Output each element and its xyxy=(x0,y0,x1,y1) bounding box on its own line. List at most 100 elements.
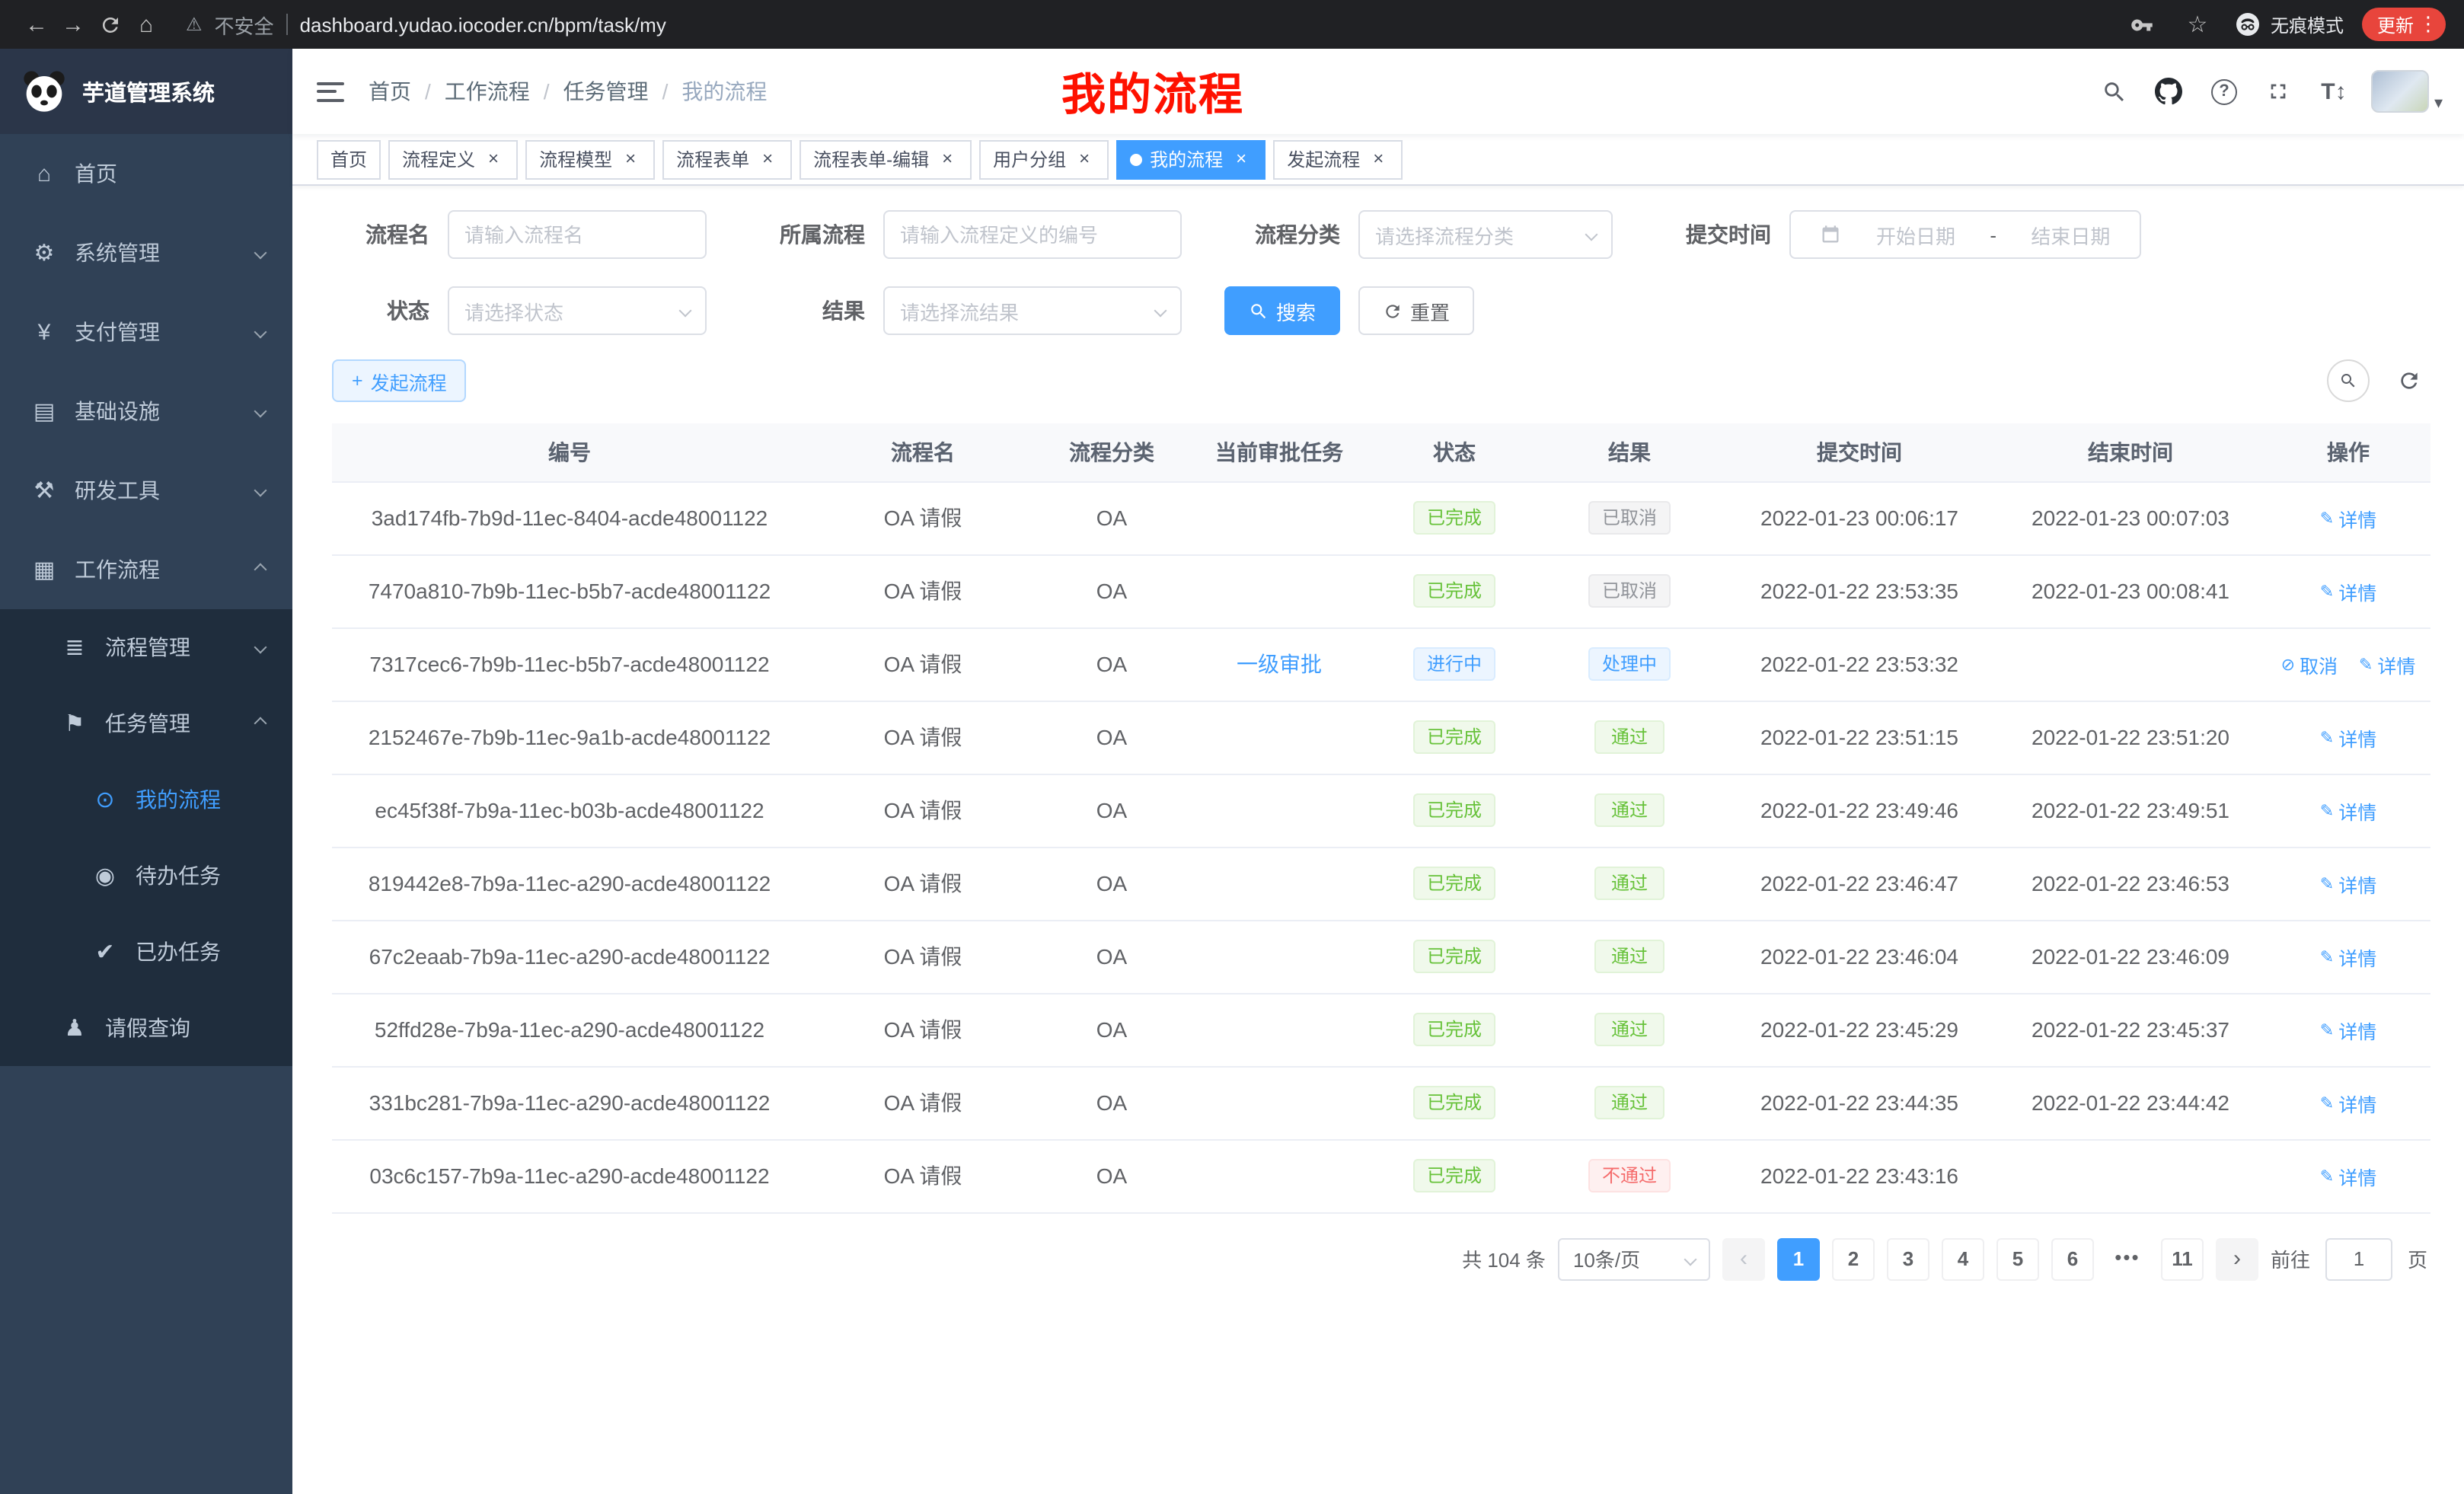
browser-home-icon[interactable]: ⌂ xyxy=(128,6,164,43)
user-menu[interactable]: ▾ xyxy=(2372,70,2443,113)
logo-row[interactable]: 芋道管理系统 xyxy=(0,49,292,134)
view-tab[interactable]: 首页 × xyxy=(317,139,381,179)
reset-button[interactable]: 重置 xyxy=(1358,286,1474,335)
detail-action[interactable]: ✎ 详情 xyxy=(2320,1015,2376,1044)
bookmark-star-icon[interactable]: ☆ xyxy=(2179,6,2216,43)
address-bar[interactable]: ⚠ 不安全 dashboard.yudao.iocoder.cn/bpm/tas… xyxy=(186,10,666,39)
update-button[interactable]: 更新 ⋮ xyxy=(2362,8,2446,41)
view-tab[interactable]: 流程表单-编辑 × xyxy=(800,139,972,179)
status-select[interactable]: 请选择状态 xyxy=(448,286,707,335)
task-link[interactable]: 一级审批 xyxy=(1237,652,1322,676)
prev-page-button[interactable]: ‹ xyxy=(1722,1237,1765,1280)
detail-action[interactable]: ✎ 详情 xyxy=(2320,576,2376,605)
font-size-icon[interactable]: T↕ xyxy=(2317,75,2351,108)
sidebar-item[interactable]: ◉ 待办任务 xyxy=(0,838,292,914)
view-tab[interactable]: 我的流程 × xyxy=(1116,139,1266,179)
breadcrumb-label[interactable]: 任务管理 xyxy=(563,76,649,107)
detail-action[interactable]: ✎ 详情 xyxy=(2320,942,2376,971)
page-number-button[interactable]: 2 xyxy=(1832,1237,1875,1280)
sidebar-item[interactable]: ♟ 请假查询 xyxy=(0,990,292,1066)
result-select[interactable]: 请选择流结果 xyxy=(883,286,1182,335)
page-number-button[interactable]: ••• xyxy=(2106,1237,2149,1280)
sidebar-item[interactable]: ¥ 支付管理 xyxy=(0,292,292,372)
detail-action[interactable]: ✎ 详情 xyxy=(2320,723,2376,752)
view-tab[interactable]: 用户分组 × xyxy=(979,139,1109,179)
page-number-button[interactable]: 6 xyxy=(2051,1237,2094,1280)
breadcrumb-label[interactable]: 首页 xyxy=(369,76,411,107)
cell-category: OA xyxy=(1039,554,1185,627)
select-caret-icon xyxy=(1585,228,1598,241)
sidebar-item-label: 任务管理 xyxy=(105,708,190,739)
breadcrumb-item[interactable]: / 工作流程 xyxy=(411,76,530,107)
category-select[interactable]: 请选择流程分类 xyxy=(1358,210,1613,259)
view-tab[interactable]: 发起流程 × xyxy=(1273,139,1403,179)
detail-action[interactable]: ✎ 详情 xyxy=(2359,650,2415,678)
view-tab[interactable]: 流程表单 × xyxy=(662,139,792,179)
breadcrumb-item[interactable]: / 首页 xyxy=(369,76,411,107)
end-date-placeholder[interactable]: 结束日期 xyxy=(2031,220,2110,249)
check-icon: ✔ xyxy=(91,938,119,966)
avatar[interactable] xyxy=(2372,70,2430,113)
refresh-table-button[interactable] xyxy=(2391,362,2427,399)
sidebar-item[interactable]: ⚒ 研发工具 xyxy=(0,451,292,530)
close-tab-icon[interactable]: × xyxy=(757,148,778,170)
next-page-button[interactable]: › xyxy=(2216,1237,2258,1280)
close-tab-icon[interactable]: × xyxy=(1074,148,1095,170)
toggle-search-button[interactable] xyxy=(2327,359,2370,402)
key-icon[interactable] xyxy=(2124,6,2161,43)
sidebar-item[interactable]: ⚑ 任务管理 xyxy=(0,685,292,761)
sidebar-item[interactable]: ⊙ 我的流程 xyxy=(0,761,292,838)
goto-page-input[interactable] xyxy=(2325,1237,2392,1280)
detail-action[interactable]: ✎ 详情 xyxy=(2320,869,2376,898)
sidebar-item[interactable]: ≣ 流程管理 xyxy=(0,609,292,685)
breadcrumb-item[interactable]: / 我的流程 xyxy=(649,76,768,107)
status-badge: 进行中 xyxy=(1413,647,1495,681)
breadcrumb-separator: / xyxy=(425,79,431,104)
reload-icon[interactable] xyxy=(91,6,128,43)
start-date-placeholder[interactable]: 开始日期 xyxy=(1876,220,1955,249)
close-tab-icon[interactable]: × xyxy=(1230,148,1252,170)
cancel-action[interactable]: ⊘ 取消 xyxy=(2281,650,2338,678)
page-number-button[interactable]: 4 xyxy=(1942,1237,1984,1280)
sidebar-item[interactable]: ⌂ 首页 xyxy=(0,134,292,213)
sidebar-item[interactable]: ▤ 基础设施 xyxy=(0,372,292,451)
detail-action[interactable]: ✎ 详情 xyxy=(2320,796,2376,825)
page-number-button[interactable]: 3 xyxy=(1887,1237,1929,1280)
breadcrumb-label[interactable]: 我的流程 xyxy=(681,76,767,107)
help-icon[interactable]: ? xyxy=(2207,75,2241,108)
sidebar-item[interactable]: ⚙ 系统管理 xyxy=(0,213,292,292)
sidebar-item[interactable]: ✔ 已办任务 xyxy=(0,914,292,990)
close-tab-icon[interactable]: × xyxy=(937,148,958,170)
start-process-button[interactable]: + 发起流程 xyxy=(332,359,467,402)
fullscreen-icon[interactable] xyxy=(2262,75,2296,108)
close-tab-icon[interactable]: × xyxy=(483,148,504,170)
sidebar-item[interactable]: ▦ 工作流程 xyxy=(0,530,292,609)
process-name-input[interactable] xyxy=(448,210,707,259)
close-tab-icon[interactable]: × xyxy=(1368,148,1389,170)
github-icon[interactable] xyxy=(2153,75,2186,108)
view-tab[interactable]: 流程模型 × xyxy=(525,139,655,179)
forward-icon[interactable]: → xyxy=(55,6,91,43)
search-icon[interactable] xyxy=(2098,75,2131,108)
breadcrumb-item[interactable]: / 任务管理 xyxy=(530,76,649,107)
search-button[interactable]: 搜索 xyxy=(1224,286,1340,335)
detail-action[interactable]: ✎ 详情 xyxy=(2320,503,2376,532)
browser-menu-icon[interactable]: ⋮ xyxy=(2418,12,2438,37)
close-tab-icon[interactable]: × xyxy=(620,148,641,170)
date-range-picker[interactable]: 开始日期 - 结束日期 xyxy=(1789,210,2141,259)
sidebar-item-label: 研发工具 xyxy=(75,475,160,506)
hamburger-icon[interactable] xyxy=(317,81,344,101)
page-number-button[interactable]: 1 xyxy=(1777,1237,1820,1280)
url-text[interactable]: dashboard.yudao.iocoder.cn/bpm/task/my xyxy=(300,13,666,36)
page-number-button[interactable]: 5 xyxy=(1996,1237,2039,1280)
back-icon[interactable]: ← xyxy=(18,6,55,43)
tab-label: 流程定义 xyxy=(402,146,475,172)
view-tab[interactable]: 流程定义 × xyxy=(388,139,518,179)
detail-action[interactable]: ✎ 详情 xyxy=(2320,1161,2376,1190)
definition-input[interactable] xyxy=(883,210,1182,259)
breadcrumb-label[interactable]: 工作流程 xyxy=(445,76,530,107)
page-size-select[interactable]: 10条/页 xyxy=(1558,1237,1710,1280)
detail-action[interactable]: ✎ 详情 xyxy=(2320,1088,2376,1117)
sidebar-item-label: 我的流程 xyxy=(136,784,221,815)
page-number-button[interactable]: 11 xyxy=(2161,1237,2204,1280)
